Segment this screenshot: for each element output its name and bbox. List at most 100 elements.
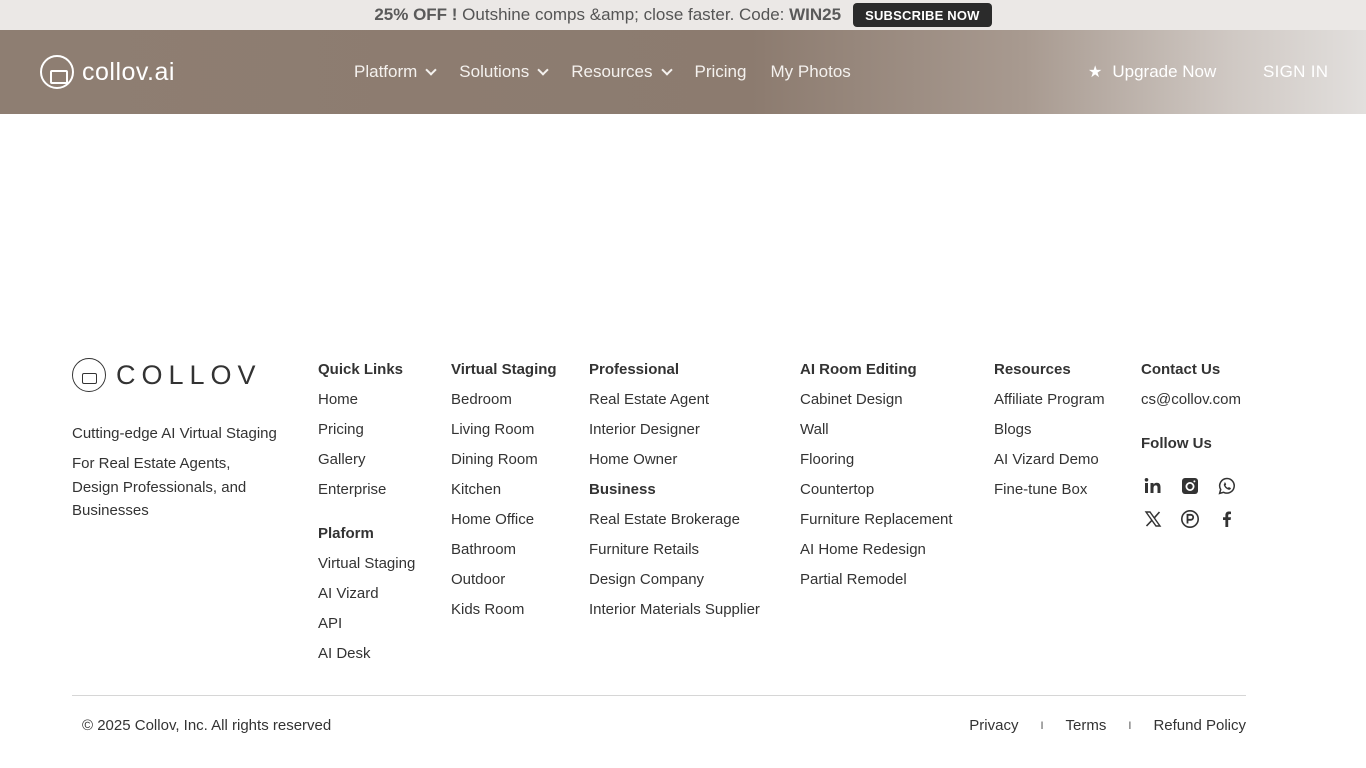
logo-text: collov.ai: [82, 57, 175, 86]
footer-link-virtual-staging[interactable]: Virtual Staging: [318, 554, 415, 574]
footer-link-api[interactable]: API: [318, 614, 415, 634]
collov-logo[interactable]: collov.ai: [40, 55, 175, 89]
footer-link-home-office[interactable]: Home Office: [451, 510, 557, 530]
footer-link-design-company[interactable]: Design Company: [589, 570, 760, 590]
privacy-link[interactable]: Privacy: [969, 717, 1018, 734]
footer-link-home-owner[interactable]: Home Owner: [589, 450, 760, 470]
promo-code: WIN25: [789, 5, 842, 24]
upgrade-now-button[interactable]: ★ Upgrade Now: [1088, 30, 1216, 114]
footer-link-furniture-retails[interactable]: Furniture Retails: [589, 540, 760, 560]
main-nav: Platform Solutions Resources Pricing My …: [354, 30, 875, 114]
nav-my-photos[interactable]: My Photos: [770, 62, 850, 82]
copyright-text: © 2025 Collov, Inc. All rights reserved: [82, 717, 332, 734]
promo-highlight: 25% OFF !: [374, 5, 458, 24]
contact-email-link[interactable]: cs@collov.com: [1141, 390, 1241, 410]
professional-column: Professional Real Estate Agent Interior …: [589, 360, 760, 630]
virtual-staging-column: Virtual Staging Bedroom Living Room Dini…: [451, 360, 557, 630]
facebook-icon[interactable]: [1215, 507, 1239, 531]
promo-message: Outshine comps &amp; close faster. Code:: [457, 5, 790, 24]
footer-link-interior-designer[interactable]: Interior Designer: [589, 420, 760, 440]
footer-link-outdoor[interactable]: Outdoor: [451, 570, 557, 590]
footer-link-real-estate-agent[interactable]: Real Estate Agent: [589, 390, 760, 410]
instagram-icon[interactable]: [1178, 474, 1202, 498]
footer-link-dining-room[interactable]: Dining Room: [451, 450, 557, 470]
footer-link-cabinet-design[interactable]: Cabinet Design: [800, 390, 953, 410]
resources-heading: Resources: [994, 361, 1071, 378]
footer-link-gallery[interactable]: Gallery: [318, 450, 415, 470]
business-heading: Business: [589, 481, 656, 498]
refund-policy-link[interactable]: Refund Policy: [1153, 717, 1246, 734]
footer-link-furniture-replacement[interactable]: Furniture Replacement: [800, 510, 953, 530]
footer-link-countertop[interactable]: Countertop: [800, 480, 953, 500]
footer-divider: [72, 695, 1246, 696]
star-icon: ★: [1088, 64, 1103, 81]
footer-link-real-estate-brokerage[interactable]: Real Estate Brokerage: [589, 510, 760, 530]
footer-link-affiliate-program[interactable]: Affiliate Program: [994, 390, 1105, 410]
footer-link-flooring[interactable]: Flooring: [800, 450, 953, 470]
footer-link-kids-room[interactable]: Kids Room: [451, 600, 557, 620]
whatsapp-icon[interactable]: [1215, 474, 1239, 498]
footer-link-home[interactable]: Home: [318, 390, 415, 410]
nav-platform[interactable]: Platform: [354, 62, 437, 82]
footer-link-ai-home-redesign[interactable]: AI Home Redesign: [800, 540, 953, 560]
nav-pricing-label: Pricing: [694, 62, 747, 81]
linkedin-icon[interactable]: [1141, 474, 1165, 498]
footer-link-living-room[interactable]: Living Room: [451, 420, 557, 440]
chevron-down-icon: [537, 63, 549, 76]
footer-link-ai-vizard[interactable]: AI Vizard: [318, 584, 415, 604]
contact-heading: Contact Us: [1141, 361, 1221, 378]
nav-resources-label: Resources: [571, 62, 653, 81]
promo-text: 25% OFF ! Outshine comps &amp; close fas…: [374, 5, 841, 25]
footer-link-partial-remodel[interactable]: Partial Remodel: [800, 570, 953, 590]
ai-room-editing-heading: AI Room Editing: [800, 361, 917, 378]
footer-link-bedroom[interactable]: Bedroom: [451, 390, 557, 410]
footer-link-kitchen[interactable]: Kitchen: [451, 480, 557, 500]
footer-logo[interactable]: COLLOV: [72, 358, 262, 392]
legal-separator: I: [1128, 719, 1132, 732]
producthunt-icon[interactable]: [1178, 507, 1202, 531]
nav-pricing[interactable]: Pricing: [695, 62, 747, 82]
nav-resources[interactable]: Resources: [571, 62, 673, 82]
logo-mark-icon: [40, 55, 74, 89]
follow-us-heading: Follow Us: [1141, 435, 1212, 452]
ai-room-editing-column: AI Room Editing Cabinet Design Wall Floo…: [800, 360, 953, 600]
footer-link-interior-materials-supplier[interactable]: Interior Materials Supplier: [589, 600, 760, 620]
nav-platform-label: Platform: [354, 62, 418, 81]
subscribe-now-button[interactable]: SUBSCRIBE NOW: [853, 3, 992, 27]
nav-solutions[interactable]: Solutions: [459, 62, 549, 82]
professional-heading: Professional: [589, 361, 680, 378]
nav-solutions-label: Solutions: [459, 62, 530, 81]
legal-links: Privacy I Terms I Refund Policy: [969, 717, 1246, 734]
sign-in-button[interactable]: SIGN IN: [1263, 30, 1328, 114]
terms-link[interactable]: Terms: [1066, 717, 1107, 734]
promo-bar: 25% OFF ! Outshine comps &amp; close fas…: [0, 0, 1366, 30]
social-links: [1141, 474, 1239, 531]
quick-links-heading: Quick Links: [318, 361, 404, 378]
footer-link-ai-vizard-demo[interactable]: AI Vizard Demo: [994, 450, 1105, 470]
footer-logo-text: COLLOV: [116, 359, 262, 390]
footer-link-enterprise[interactable]: Enterprise: [318, 480, 415, 500]
footer-link-wall[interactable]: Wall: [800, 420, 953, 440]
x-icon[interactable]: [1141, 507, 1165, 531]
footer-audience: For Real Estate Agents, Design Professio…: [72, 455, 247, 519]
upgrade-label: Upgrade Now: [1112, 62, 1217, 81]
footer-link-pricing[interactable]: Pricing: [318, 420, 415, 440]
site-header: collov.ai Platform Solutions Resources P…: [0, 30, 1366, 114]
contact-column: Contact Us cs@collov.com Follow Us: [1141, 360, 1241, 464]
chevron-down-icon: [660, 63, 673, 76]
resources-column: Resources Affiliate Program Blogs AI Viz…: [994, 360, 1105, 510]
legal-separator: I: [1040, 719, 1044, 732]
quick-links-column: Quick Links Home Pricing Gallery Enterpr…: [318, 360, 415, 674]
virtual-staging-heading: Virtual Staging: [451, 361, 557, 378]
footer-link-fine-tune-box[interactable]: Fine-tune Box: [994, 480, 1105, 500]
nav-my-photos-label: My Photos: [770, 62, 851, 81]
footer-link-blogs[interactable]: Blogs: [994, 420, 1105, 440]
chevron-down-icon: [425, 63, 437, 76]
platform-heading: Plaform: [318, 525, 374, 542]
footer-link-ai-desk[interactable]: AI Desk: [318, 644, 415, 664]
footer-link-bathroom[interactable]: Bathroom: [451, 540, 557, 560]
footer-logo-mark-icon: [72, 358, 106, 392]
footer-tagline: Cutting-edge AI Virtual Staging: [72, 425, 277, 442]
